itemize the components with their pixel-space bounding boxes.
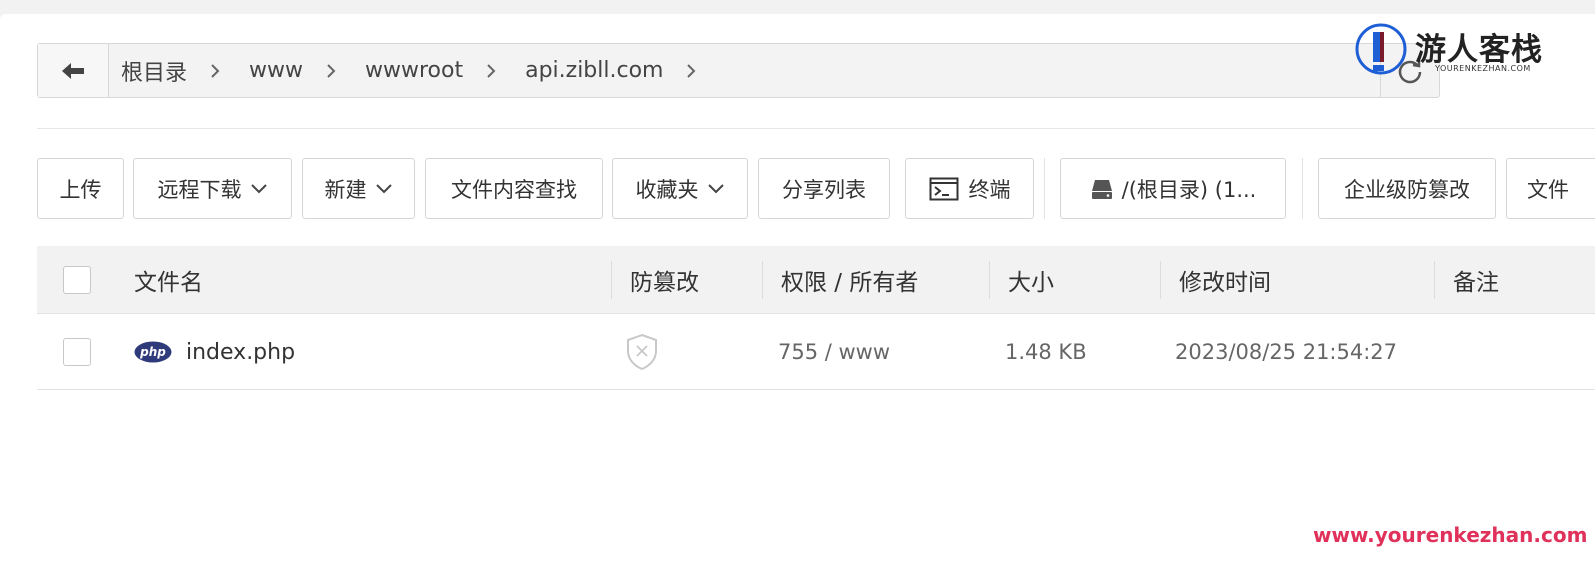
more-label: 文件 [1527,177,1569,202]
table-header: 文件名 防篡改 权限 / 所有者 大小 修改时间 备注 [37,246,1595,314]
mtime-cell: 2023/08/25 21:54:27 [1175,340,1398,364]
watermark-url: www.yourenkezhan.com [1313,523,1588,547]
new-button[interactable]: 新建 [302,158,415,219]
logo-icon [1355,23,1407,75]
svg-text:php: php [139,345,166,359]
remote-download-label: 远程下载 [157,177,242,202]
favorites-label: 收藏夹 [635,177,699,202]
column-divider[interactable] [989,261,990,299]
select-all-checkbox[interactable] [63,266,91,294]
upload-button[interactable]: 上传 [37,158,124,219]
remote-download-button[interactable]: 远程下载 [133,158,292,219]
chevron-down-icon [250,183,268,195]
terminal-button[interactable]: 终端 [905,158,1034,219]
tamper-proof-button[interactable]: 企业级防篡改 [1318,158,1496,219]
terminal-label: 终端 [968,177,1011,202]
column-mtime[interactable]: 修改时间 [1179,246,1271,314]
chevron-down-icon [707,183,725,195]
column-divider[interactable] [762,261,763,299]
column-note[interactable]: 备注 [1453,246,1499,314]
favorites-button[interactable]: 收藏夹 [612,158,748,219]
disk-button[interactable]: /(根目录) (1... [1060,158,1286,219]
column-tamper[interactable]: 防篡改 [630,246,699,314]
column-divider[interactable] [1434,261,1435,299]
watermark-title: 游人客栈 [1415,32,1543,68]
back-button[interactable] [38,44,109,97]
tamper-cell[interactable] [625,314,659,390]
terminal-icon [929,177,958,200]
breadcrumb-item-site[interactable]: api.zibll.com [525,58,663,83]
toolbar-divider [1044,158,1045,219]
share-list-label: 分享列表 [782,177,866,202]
upload-label: 上传 [59,177,102,202]
size-cell: 1.48 KB [1005,340,1087,364]
chevron-right-icon [685,59,699,83]
more-button[interactable]: 文件 [1506,158,1595,219]
chevron-right-icon [325,59,339,83]
hard-drive-icon [1091,179,1112,199]
watermark-logo: 游人客栈 YOURENKEZHAN.COM [1355,22,1585,82]
disk-label: /(根目录) (1... [1121,177,1257,202]
breadcrumb-item-root[interactable]: 根目录 [121,55,187,87]
share-list-button[interactable]: 分享列表 [758,158,890,219]
watermark-subtitle: YOURENKEZHAN.COM [1435,64,1531,73]
path-bar: 根目录 www wwwroot api.zibll.com [37,43,1440,98]
new-label: 新建 [324,177,367,202]
file-name[interactable]: index.php [186,340,295,365]
arrow-left-icon [62,62,84,79]
divider [37,128,1595,129]
search-content-label: 文件内容查找 [451,177,577,202]
chevron-right-icon [209,59,223,83]
breadcrumb-item-wwwroot[interactable]: wwwroot [365,58,463,83]
column-name[interactable]: 文件名 [134,246,203,314]
tamper-proof-label: 企业级防篡改 [1344,177,1470,202]
file-name-cell[interactable]: php index.php [134,314,295,390]
chevron-down-icon [375,183,393,195]
breadcrumb-item-www[interactable]: www [249,58,303,83]
column-permission[interactable]: 权限 / 所有者 [781,246,918,314]
permission-cell[interactable]: 755 / www [778,314,890,390]
column-divider[interactable] [1160,261,1161,299]
chevron-right-icon [485,59,499,83]
shield-x-icon[interactable] [625,333,659,371]
search-content-button[interactable]: 文件内容查找 [425,158,603,219]
column-divider[interactable] [611,261,612,299]
toolbar-divider [1302,158,1303,219]
column-size[interactable]: 大小 [1008,246,1054,314]
table-row[interactable]: php index.php 755 / www 1.48 KB 2023/08/… [37,314,1595,390]
row-checkbox[interactable] [63,338,91,366]
php-file-icon: php [134,341,172,363]
breadcrumb: 根目录 www wwwroot api.zibll.com [109,44,1380,97]
